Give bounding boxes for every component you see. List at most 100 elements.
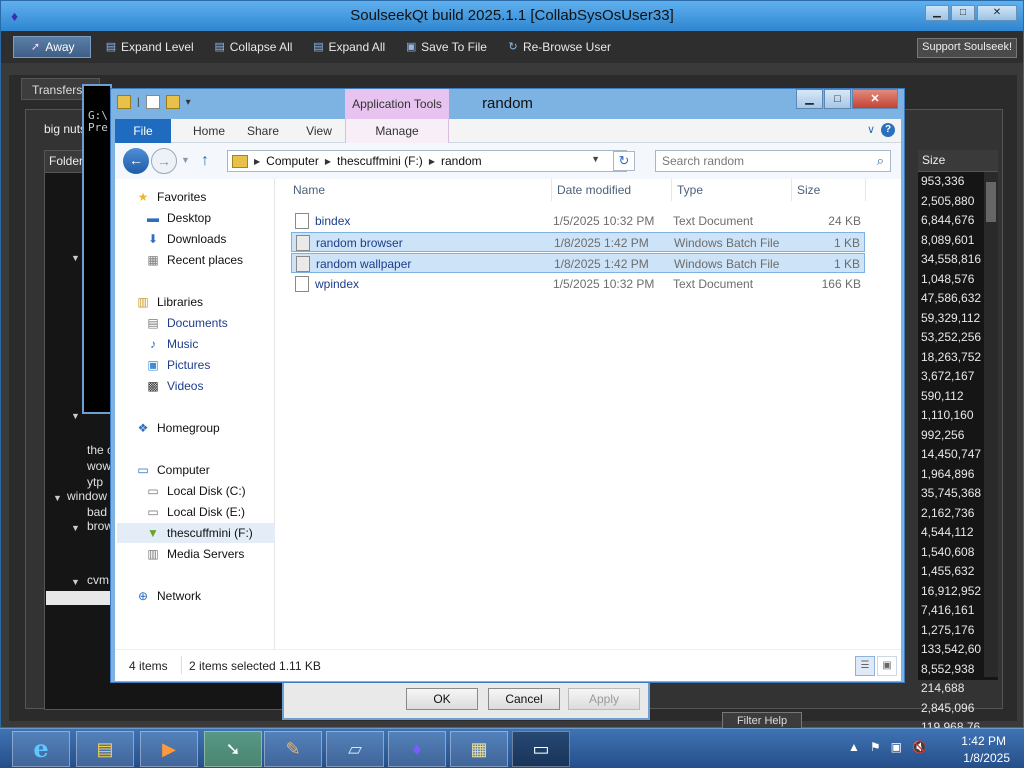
breadcrumb-computer[interactable]: Computer [266, 154, 319, 168]
file-name[interactable]: bindex [315, 214, 350, 228]
ok-button[interactable]: OK [406, 688, 478, 710]
size-column-header[interactable]: Size [918, 150, 998, 172]
size-cell[interactable]: 214,688 [918, 679, 998, 699]
expand-level-button[interactable]: ▤ Expand Level [99, 36, 200, 58]
tree-item[interactable]: wow [87, 459, 111, 473]
up-button[interactable]: ↑ [201, 152, 209, 170]
nav-media-servers[interactable]: ▥ Media Servers [145, 544, 244, 564]
tab-home[interactable]: Home [181, 119, 237, 143]
file-row[interactable]: random browser 1/8/2025 1:42 PM Windows … [291, 232, 865, 252]
nav-recent-places[interactable]: ▦ Recent places [145, 250, 243, 270]
expand-arrow-icon[interactable]: ▼ [71, 577, 80, 587]
column-size[interactable]: Size [797, 183, 820, 197]
address-bar[interactable]: ▶ Computer ▶ thescuffmini (F:) ▶ random … [227, 150, 627, 172]
paint-icon[interactable]: ✎ [264, 731, 322, 767]
scrollbar[interactable] [984, 172, 998, 677]
flag-icon[interactable]: ⚑ [870, 740, 881, 754]
back-button[interactable]: ← [123, 148, 149, 174]
minimize-button[interactable]: ▁ [796, 89, 823, 109]
nav-computer[interactable]: ▭ Computer [135, 460, 209, 480]
file-row[interactable]: random wallpaper 1/8/2025 1:42 PM Window… [291, 253, 865, 273]
tab-share[interactable]: Share [237, 119, 289, 143]
nav-local-disk-e[interactable]: ▭ Local Disk (E:) [145, 502, 245, 522]
expand-arrow-icon[interactable]: ▼ [71, 411, 80, 421]
column-divider[interactable] [671, 179, 672, 201]
nav-desktop[interactable]: ▬ Desktop [145, 208, 211, 228]
nav-homegroup[interactable]: ❖ Homegroup [135, 418, 220, 438]
close-button[interactable]: ✕ [977, 5, 1017, 21]
away-button[interactable]: ➚ Away [13, 36, 91, 58]
nav-downloads[interactable]: ⬇ Downloads [145, 229, 226, 249]
show-hidden-icons-icon[interactable]: ▲ [848, 740, 860, 754]
file-name[interactable]: random wallpaper [316, 257, 411, 271]
rebrowse-user-button[interactable]: ↻ Re-Browse User [501, 36, 617, 58]
breadcrumb-folder[interactable]: random [441, 154, 482, 168]
expand-arrow-icon[interactable]: ▼ [71, 523, 80, 533]
clock-time[interactable]: 1:42 PM [961, 734, 1006, 748]
tree-item[interactable]: bad [87, 505, 107, 519]
close-button[interactable]: ✕ [852, 89, 898, 109]
ribbon-expand-icon[interactable]: ∨ [867, 123, 875, 136]
minimize-button[interactable]: ▁ [925, 5, 949, 21]
apply-button[interactable]: Apply [568, 688, 640, 710]
file-explorer-icon[interactable]: ▤ [76, 731, 134, 767]
refresh-button[interactable]: ↻ [613, 151, 635, 171]
maximize-button[interactable]: □ [951, 5, 975, 21]
nav-music[interactable]: ♪ Music [145, 334, 198, 354]
column-divider[interactable] [551, 179, 552, 201]
breadcrumb-arrow-icon[interactable]: ▶ [429, 157, 435, 166]
expand-all-button[interactable]: ▤ Expand All [306, 36, 391, 58]
maximize-button[interactable]: □ [824, 89, 851, 109]
tree-item[interactable]: window [67, 489, 107, 503]
nav-favorites[interactable]: ★ Favorites [135, 187, 207, 207]
volume-muted-icon[interactable]: 🔇 [912, 740, 927, 754]
file-name[interactable]: random browser [316, 236, 403, 250]
file-row[interactable]: bindex 1/5/2025 10:32 PM Text Document 2… [291, 211, 865, 231]
file-row[interactable]: wpindex 1/5/2025 10:32 PM Text Document … [291, 274, 865, 294]
notes-icon[interactable]: ▱ [326, 731, 384, 767]
cancel-button[interactable]: Cancel [488, 688, 560, 710]
nav-network[interactable]: ⊕ Network [135, 586, 201, 606]
search-input[interactable]: Search random ⌕ [655, 150, 891, 172]
soulseek-taskbar-icon[interactable]: ♦ [388, 731, 446, 767]
clock-date[interactable]: 1/8/2025 [963, 751, 1010, 765]
column-date[interactable]: Date modified [557, 183, 631, 197]
column-divider[interactable] [791, 179, 792, 201]
nav-local-disk-c[interactable]: ▭ Local Disk (C:) [145, 481, 245, 501]
breadcrumb-drive[interactable]: thescuffmini (F:) [337, 154, 423, 168]
tree-item[interactable]: cvm [87, 573, 109, 587]
recent-locations-icon[interactable]: ▼ [181, 155, 190, 165]
breadcrumb-arrow-icon[interactable]: ▶ [325, 157, 331, 166]
details-view-button[interactable]: ☰ [855, 656, 875, 676]
file-name[interactable]: wpindex [315, 277, 359, 291]
expand-arrow-icon[interactable]: ▼ [53, 493, 62, 503]
tab-view[interactable]: View [293, 119, 345, 143]
collapse-all-button[interactable]: ▤ Collapse All [208, 36, 299, 58]
tab-file[interactable]: File [115, 119, 171, 143]
column-type[interactable]: Type [677, 183, 703, 197]
nav-documents[interactable]: ▤ Documents [145, 313, 227, 333]
support-soulseek-button[interactable]: Support Soulseek! [917, 38, 1017, 58]
tab-manage[interactable]: Manage [345, 119, 449, 143]
forward-button[interactable]: → [151, 148, 177, 174]
nav-thescuffmini[interactable]: ▼ thescuffmini (F:) [117, 523, 275, 543]
column-name[interactable]: Name [293, 183, 325, 197]
nav-libraries[interactable]: ▥ Libraries [135, 292, 203, 312]
column-divider[interactable] [865, 179, 866, 201]
large-icons-view-button[interactable]: ▣ [877, 656, 897, 676]
command-prompt-icon[interactable]: ▭ [512, 731, 570, 767]
chevron-down-icon[interactable]: ▼ [591, 154, 600, 164]
download-manager-icon[interactable]: ➘ [204, 731, 262, 767]
expand-arrow-icon[interactable]: ▼ [71, 253, 80, 263]
nav-pictures[interactable]: ▣ Pictures [145, 355, 210, 375]
scrollbar-thumb[interactable] [986, 182, 996, 222]
tree-item[interactable]: ytp [87, 475, 103, 489]
save-to-file-button[interactable]: ▣ Save To File [399, 36, 493, 58]
network-icon[interactable]: ▣ [891, 740, 902, 754]
internet-explorer-icon[interactable]: e [12, 731, 70, 767]
help-icon[interactable]: ? [881, 123, 895, 137]
notepad-plus-icon[interactable]: ▦ [450, 731, 508, 767]
nav-videos[interactable]: ▩ Videos [145, 376, 203, 396]
breadcrumb-arrow-icon[interactable]: ▶ [254, 157, 260, 166]
media-player-icon[interactable]: ▶ [140, 731, 198, 767]
